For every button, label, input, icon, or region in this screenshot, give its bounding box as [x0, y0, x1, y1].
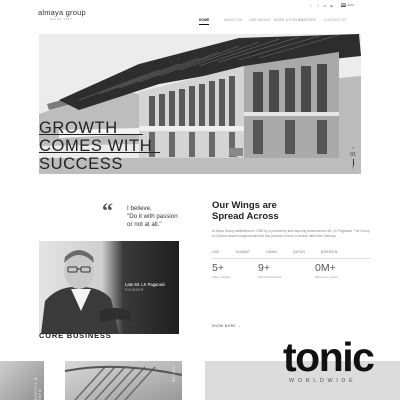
nav-home[interactable]: HOME	[199, 18, 224, 22]
business-card-label: SUPPLY & INFO	[34, 376, 42, 400]
stat-label: Brands Distributed	[258, 274, 282, 279]
stat-number: 9+	[258, 262, 270, 274]
site-header: almaya group SINCE 1962 f t in ▶ ENG HOM…	[0, 0, 400, 34]
slide-counter: ˄ 01 ˅	[347, 146, 359, 170]
know-more-link[interactable]: KNOW MORE →	[212, 324, 241, 328]
stat-number: 5+	[212, 262, 224, 274]
tab-oman[interactable]: OMAN	[266, 250, 293, 256]
hero-banner: GROWTH COMES WITH SUCCESS ˄ 01 ˅	[39, 34, 361, 174]
linkedin-icon[interactable]: in	[323, 4, 327, 8]
tab-kuwait[interactable]: KUWAIT	[236, 250, 266, 256]
main-nav: HOME ABOUT US OUR WINGS NEWS & EVENTS CA…	[199, 18, 349, 22]
hero-divider	[39, 134, 143, 135]
quote-line: "Do it with passion	[127, 213, 178, 220]
logo[interactable]: almaya group SINCE 1962	[38, 8, 86, 21]
business-card[interactable]: SUPPLY & INFO	[0, 361, 44, 400]
social-links: f t in ▶	[309, 4, 334, 8]
hero-divider	[39, 152, 160, 153]
tonic-watermark: tonic	[283, 334, 375, 380]
tonic-tagline: WORLDWIDE	[289, 378, 357, 384]
core-business-heading: CORE BUSINESS	[39, 331, 112, 340]
wings-heading-line: Our Wings are	[212, 200, 277, 211]
nav-our-wings[interactable]: OUR WINGS	[249, 18, 274, 22]
quote-line: I believe,	[127, 205, 152, 212]
nav-contact-us[interactable]: CONTACT US	[324, 18, 349, 22]
stat-label: Warehouse Space	[315, 274, 338, 279]
logo-tagline: SINCE 1962	[50, 18, 73, 21]
nav-news-events[interactable]: NEWS & EVENTS	[274, 18, 303, 22]
tab-qatar[interactable]: QATAR	[293, 250, 321, 256]
country-tabs: UAE KUWAIT OMAN QATAR BAHRAIN	[212, 250, 370, 256]
quote-line: or not at all."	[127, 221, 162, 228]
chevron-up-icon[interactable]: ˄	[347, 146, 359, 150]
chevron-down-icon[interactable]: ˅	[347, 166, 359, 170]
flag-icon	[341, 3, 346, 7]
slide-number: 01	[350, 152, 356, 158]
founder-photo	[41, 250, 131, 334]
active-nav-indicator	[199, 24, 209, 25]
stat-warehouse: 0M+ Warehouse Space	[315, 263, 338, 279]
wings-heading: Our Wings are Spread Across	[212, 200, 332, 222]
stat-label: Super markets	[212, 274, 231, 279]
founder-portrait: Late Mr. LK Paganani FOUNDER	[39, 241, 179, 334]
business-card[interactable]: RETAIL	[65, 361, 182, 400]
facebook-icon[interactable]: f	[309, 4, 313, 8]
founder-name: Late Mr. LK Paganani	[125, 282, 166, 287]
tab-uae[interactable]: UAE	[212, 250, 236, 256]
founder-quote: I believe, "Do it with passion or not at…	[127, 205, 207, 229]
nav-about-us[interactable]: ABOUT US	[224, 18, 249, 22]
business-card-photo	[65, 365, 182, 400]
stat-brands: 9+ Brands Distributed	[258, 263, 281, 279]
quote-mark-icon: “	[102, 198, 113, 223]
hero-headline-3: SUCCESS	[39, 155, 123, 173]
language-selector[interactable]: ENG	[341, 3, 354, 7]
wings-description: Al Maya Group established in 1962 by a p…	[212, 229, 370, 238]
twitter-icon[interactable]: t	[316, 4, 320, 8]
founder-title: FOUNDER	[125, 288, 144, 292]
business-card-label: RETAIL	[172, 365, 176, 382]
tabs-divider	[212, 258, 370, 259]
stat-number: 0M+	[315, 262, 336, 274]
stat-supermarkets: 5+ Super markets	[212, 263, 230, 279]
language-label: ENG	[347, 3, 355, 7]
logo-text: almaya group	[38, 8, 86, 17]
nav-careers[interactable]: CAREERS	[299, 18, 324, 22]
wings-heading-line: Spread Across	[212, 211, 279, 222]
youtube-icon[interactable]: ▶	[330, 4, 334, 8]
tab-bahrain[interactable]: BAHRAIN	[321, 250, 351, 256]
